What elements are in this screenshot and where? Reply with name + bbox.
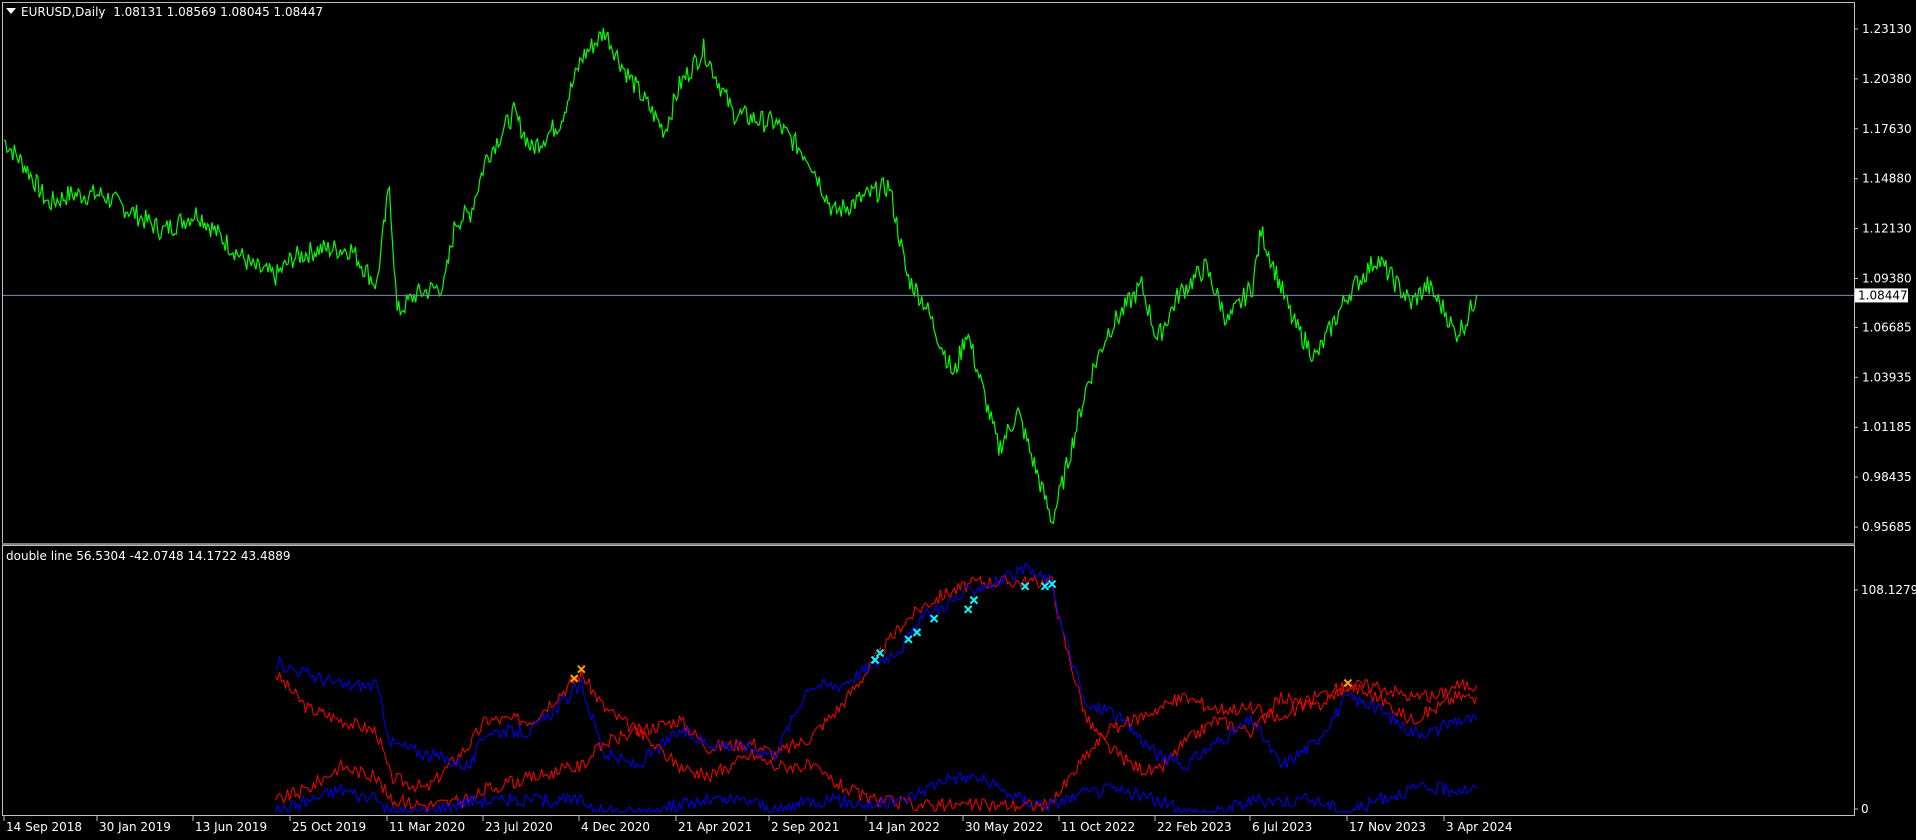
high-value: 1.08569 — [166, 5, 217, 19]
time-axis-label: 2 Sep 2021 — [771, 820, 839, 834]
time-axis-label: 3 Apr 2024 — [1446, 820, 1513, 834]
price-axis-label: 1.17630 — [1862, 122, 1912, 136]
price-axis-label: 0.95685 — [1862, 520, 1912, 534]
time-axis-label: 22 Feb 2023 — [1157, 820, 1232, 834]
open-value: 1.08131 — [113, 5, 163, 19]
time-axis-label: 14 Jan 2022 — [868, 820, 940, 834]
main-chart-header: EURUSD,Daily 1.08131 1.08569 1.08045 1.0… — [6, 5, 323, 19]
indicator-value-2: -42.0748 — [129, 549, 184, 563]
time-axis-label: 11 Oct 2022 — [1061, 820, 1135, 834]
chart-background — [0, 0, 1916, 840]
time-axis-label: 21 Apr 2021 — [678, 820, 752, 834]
indicator-value-3: 14.1722 — [187, 549, 238, 563]
close-value: 1.08447 — [273, 5, 324, 19]
time-axis-label: 25 Oct 2019 — [292, 820, 366, 834]
chart-window[interactable]: 1.23130 1.20380 1.17630 1.14880 1.12130 1.093… — [0, 0, 1916, 840]
timeframe-label: Daily — [75, 5, 106, 19]
indicator-name: double line — [6, 549, 73, 563]
indicator-value-1: 56.5304 — [76, 549, 126, 563]
time-axis-label: 23 Jul 2020 — [485, 820, 553, 834]
chevron-down-icon[interactable] — [6, 8, 16, 14]
time-axis-label: 4 Dec 2020 — [581, 820, 650, 834]
time-axis-label: 11 Mar 2020 — [389, 820, 465, 834]
price-axis-label: 1.14880 — [1862, 172, 1912, 186]
time-axis-label: 14 Sep 2018 — [6, 820, 82, 834]
low-value: 1.08045 — [220, 5, 270, 19]
time-axis-label: 30 Jan 2019 — [99, 820, 171, 834]
price-axis-label: 1.23130 — [1862, 22, 1912, 36]
time-axis-label: 13 Jun 2019 — [195, 820, 267, 834]
price-axis-label: 1.20380 — [1862, 72, 1912, 86]
symbol-label: EURUSD — [21, 5, 72, 19]
price-axis-label: 1.03935 — [1862, 370, 1912, 384]
time-axis-label: 6 Jul 2023 — [1252, 820, 1312, 834]
price-axis-label: 0.98435 — [1862, 470, 1912, 484]
indicator-header: double line 56.5304 -42.0748 14.1722 43.… — [6, 549, 291, 563]
price-axis-label: 1.12130 — [1862, 222, 1912, 236]
indicator-value-4: 43.4889 — [240, 549, 291, 563]
indicator-axis-max-label: 108.1279 — [1861, 583, 1916, 597]
time-axis-label: 30 May 2022 — [965, 820, 1043, 834]
price-axis-label: 1.01185 — [1862, 420, 1912, 434]
indicator-axis-min-label: 0 — [1861, 802, 1869, 816]
time-axis-label: 17 Nov 2023 — [1349, 820, 1426, 834]
price-axis-label: 1.06685 — [1862, 320, 1912, 334]
current-price-label: 1.08447 — [1858, 288, 1908, 302]
price-axis-label: 1.09380 — [1862, 271, 1912, 285]
